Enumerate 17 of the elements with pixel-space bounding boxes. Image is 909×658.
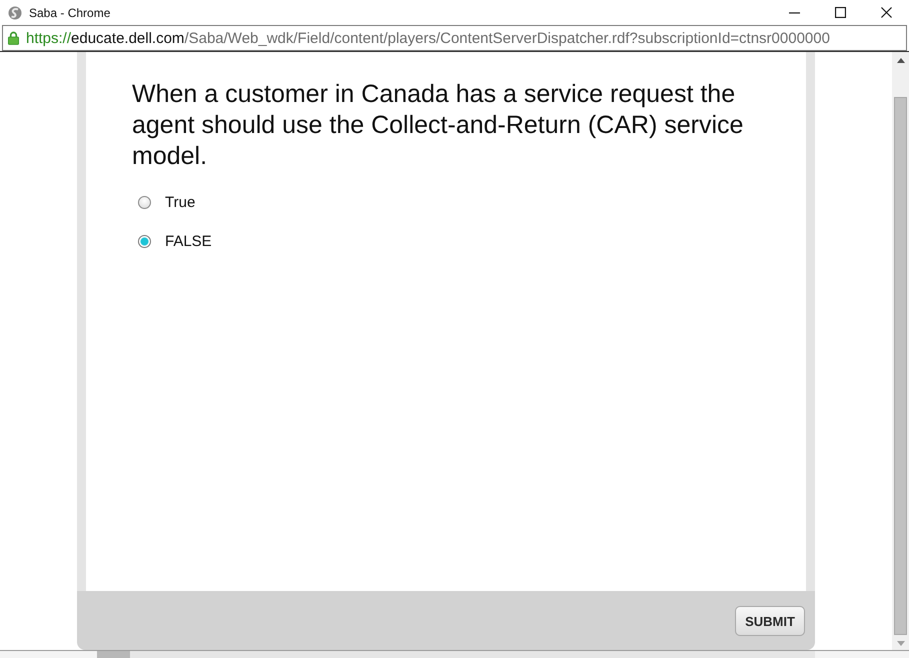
option-label: True xyxy=(165,194,196,210)
radio-button[interactable] xyxy=(138,196,151,208)
swirl-logo-icon xyxy=(8,6,22,20)
address-field[interactable]: https://educate.dell.com/Saba/Web_wdk/Field/content/players/ContentServerDispatcher.rdf?subscriptionId=ctnsr0000000 xyxy=(2,25,907,51)
close-icon xyxy=(880,7,892,18)
url-text: https://educate.dell.com/Saba/Web_wdk/Field/content/players/ContentServerDispatcher.rdf?subscriptionId=ctnsr0000000 xyxy=(26,30,830,46)
scroll-down-arrow-icon[interactable] xyxy=(896,641,904,646)
option-label: FALSE xyxy=(165,232,212,250)
window-title: Saba - Chrome xyxy=(29,6,110,20)
maximize-icon xyxy=(834,7,846,18)
radio-button[interactable] xyxy=(138,234,151,248)
scrollbar-thumb[interactable] xyxy=(894,97,907,635)
scrollbar-track[interactable] xyxy=(892,52,909,650)
lock-icon xyxy=(8,31,19,45)
submit-button[interactable]: SUBMIT xyxy=(735,606,805,636)
scroll-up-arrow-icon[interactable] xyxy=(896,58,904,63)
question-text: When a customer in Canada has a service request the agent should use the Collect-and-Return (CAR) service model. xyxy=(132,79,744,172)
